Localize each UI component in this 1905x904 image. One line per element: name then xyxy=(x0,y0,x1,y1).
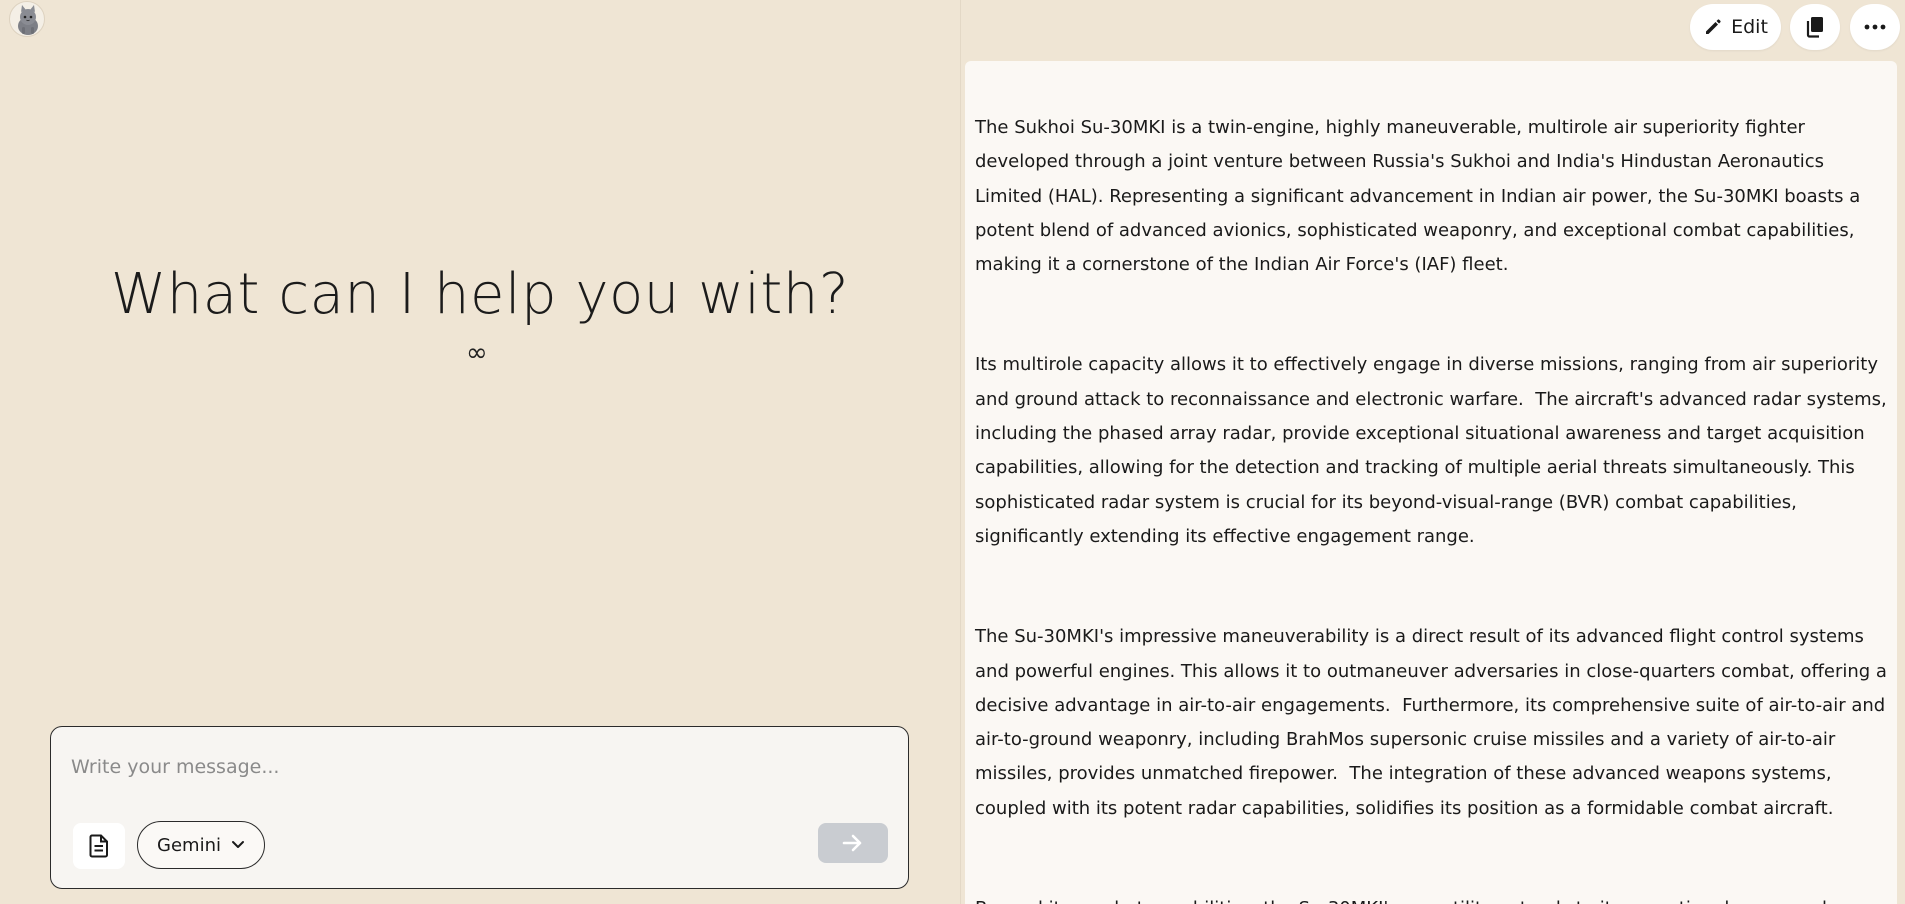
attach-document-button[interactable] xyxy=(73,823,125,869)
model-select-label: Gemini xyxy=(157,834,221,856)
document-icon xyxy=(89,834,108,858)
chat-pane: What can I help you with? ∞ Gemini xyxy=(0,0,960,904)
pencil-icon xyxy=(1706,19,1721,34)
ellipsis-icon xyxy=(1864,24,1886,30)
document-paragraph: The Sukhoi Su-30MKI is a twin-engine, hi… xyxy=(975,117,1866,276)
cat-avatar-icon[interactable] xyxy=(9,1,45,37)
document-content[interactable]: The Sukhoi Su-30MKI is a twin-engine, hi… xyxy=(965,61,1897,904)
copy-icon xyxy=(1806,17,1823,38)
message-composer: Gemini xyxy=(50,726,909,889)
more-options-button[interactable] xyxy=(1850,4,1900,50)
arrow-right-icon xyxy=(842,834,862,852)
document-paragraph: Its multirole capacity allows it to effe… xyxy=(975,354,1893,547)
message-input[interactable] xyxy=(71,753,871,781)
document-pane: Edit The Sukhoi Su-30MKI is a twin-engin… xyxy=(961,0,1905,904)
infinity-icon: ∞ xyxy=(466,338,488,368)
chevron-down-icon xyxy=(231,841,244,848)
send-button[interactable] xyxy=(818,823,888,863)
document-paragraph: The Su-30MKI's impressive maneuverabilit… xyxy=(975,626,1893,819)
edit-button[interactable]: Edit xyxy=(1690,4,1781,50)
page-title: What can I help you with? xyxy=(110,262,850,327)
copy-button[interactable] xyxy=(1790,4,1840,50)
document-paragraph: Beyond its combat capabilities, the Su-3… xyxy=(975,892,1887,904)
edit-button-label: Edit xyxy=(1731,16,1768,38)
model-select[interactable]: Gemini xyxy=(137,821,265,869)
